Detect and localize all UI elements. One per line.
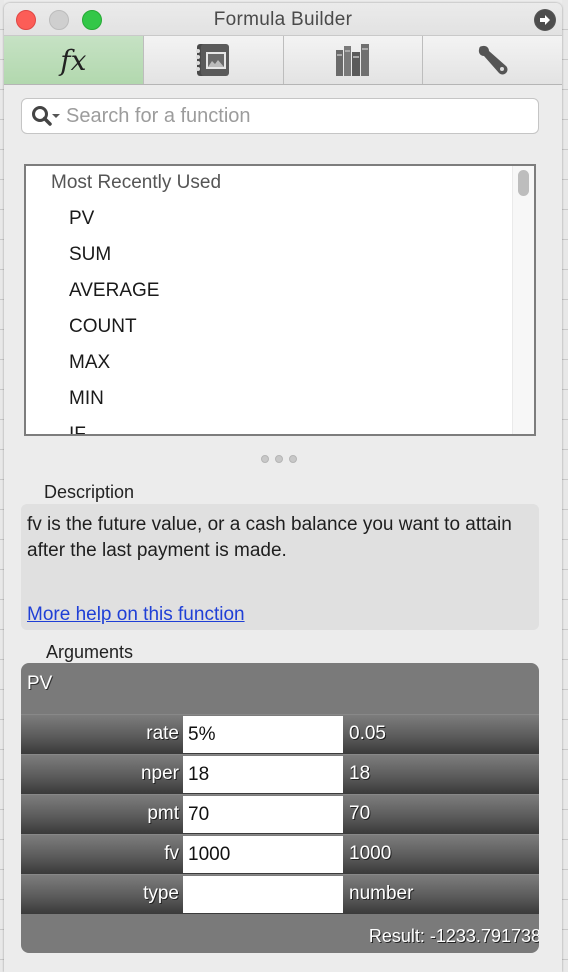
close-button[interactable] [16, 10, 36, 30]
function-list[interactable]: Most Recently Used PV SUM AVERAGE COUNT … [24, 164, 536, 436]
description-text: fv is the future value, or a cash balanc… [27, 514, 512, 561]
argument-row-fv: fv 1000 [21, 834, 539, 874]
library-books-icon [335, 44, 369, 76]
back-arrow-icon[interactable] [534, 9, 556, 31]
function-search-field[interactable] [21, 98, 539, 134]
argument-input-rate[interactable] [183, 716, 343, 753]
title-bar[interactable]: Formula Builder [4, 3, 562, 35]
scrollbar-thumb[interactable] [518, 170, 529, 196]
formula-builder-window: Formula Builder fx Search for a function… [4, 3, 562, 972]
selected-function-name: PV [27, 673, 53, 694]
window-title: Formula Builder [213, 9, 353, 30]
list-item[interactable]: COUNT [69, 316, 137, 338]
search-icon [32, 106, 60, 126]
argument-evaluated-value: 70 [349, 803, 371, 824]
argument-evaluated-value: 1000 [349, 843, 392, 864]
argument-row-type: type number [21, 874, 539, 914]
argument-row-pmt: pmt 70 [21, 794, 539, 834]
more-help-link[interactable]: More help on this function [27, 604, 245, 626]
toolbox-tabs: fx [4, 35, 562, 85]
formula-result: Result: -1233.791738 [368, 926, 539, 946]
zoom-button[interactable] [82, 10, 102, 30]
search-input[interactable] [66, 104, 538, 128]
argument-row-rate: rate 0.05 [21, 714, 539, 754]
fx-icon: fx [60, 43, 87, 77]
arguments-label: Arguments [46, 642, 134, 662]
description-label: Description [44, 482, 135, 502]
list-item[interactable]: PV [69, 208, 94, 230]
tab-formula-builder[interactable]: fx [4, 36, 144, 84]
list-item[interactable]: MAX [69, 352, 110, 374]
tab-media-browser[interactable] [143, 36, 284, 84]
argument-label: pmt [147, 803, 179, 824]
arguments-panel: PV rate 0.05 nper 18 pmt 70 fv 1000 type… [21, 663, 539, 953]
minimize-button[interactable] [49, 10, 69, 30]
argument-row-nper: nper 18 [21, 754, 539, 794]
media-browser-icon [196, 44, 230, 76]
description-panel: fv is the future value, or a cash balanc… [21, 504, 539, 630]
argument-label: rate [146, 723, 179, 744]
argument-label: fv [164, 843, 179, 864]
wrench-icon [478, 45, 508, 75]
argument-input-type[interactable] [183, 876, 343, 913]
spreadsheet-background-right [562, 0, 568, 972]
list-item[interactable]: IF [69, 424, 86, 434]
argument-label: nper [140, 763, 179, 784]
argument-input-fv[interactable] [183, 836, 343, 873]
list-scrollbar[interactable] [512, 166, 534, 434]
argument-evaluated-value: number [349, 883, 414, 904]
resize-splitter-handle[interactable] [261, 455, 297, 463]
argument-label: type [143, 883, 179, 904]
argument-input-pmt[interactable] [183, 796, 343, 833]
list-item[interactable]: SUM [69, 244, 111, 266]
argument-input-nper[interactable] [183, 756, 343, 793]
tab-toolbox-settings[interactable] [423, 36, 562, 84]
list-item[interactable]: MIN [69, 388, 104, 410]
argument-evaluated-value: 0.05 [349, 723, 386, 744]
argument-evaluated-value: 18 [349, 763, 371, 784]
list-group-header: Most Recently Used [51, 172, 222, 193]
list-item[interactable]: AVERAGE [69, 280, 159, 302]
tab-reference-tools[interactable] [283, 36, 424, 84]
